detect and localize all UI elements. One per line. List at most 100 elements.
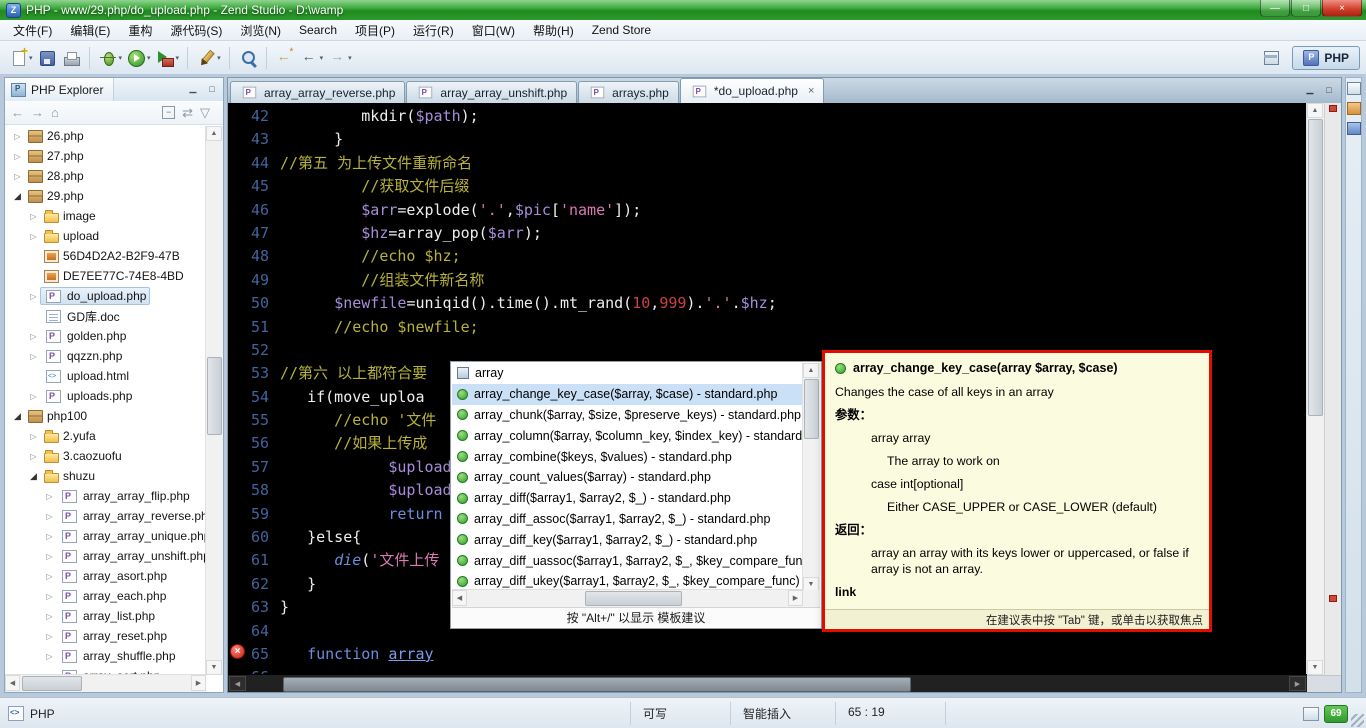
external-tools-button[interactable]: ▾ [153,46,182,70]
twistie-icon[interactable]: ▷ [43,492,56,501]
autocomplete-item[interactable]: array_chunk($array, $size, $preserve_key… [452,405,803,426]
dropdown-caret-icon[interactable]: ▾ [119,54,123,62]
scrollbar-thumb[interactable] [283,677,911,692]
home-icon[interactable]: ⌂ [51,105,59,120]
last-edit-button[interactable] [273,46,297,70]
tree-item[interactable]: ▷2.yufa [5,426,206,446]
twistie-icon[interactable]: ▷ [11,152,24,161]
twistie-icon[interactable]: ▷ [11,172,24,181]
twistie-icon[interactable]: ▷ [43,552,56,561]
tree-item[interactable]: ▷26.php [5,126,206,146]
tree-item[interactable]: ▷qqzzn.php [5,346,206,366]
menu-item[interactable]: 帮助(H) [524,20,583,41]
tree-item[interactable]: ▷array_array_reverse.php [5,506,206,526]
twistie-icon[interactable]: ▷ [27,392,40,401]
autocomplete-item[interactable]: array_count_values($array) - standard.ph… [452,467,803,488]
dropdown-caret-icon[interactable]: ▾ [176,54,180,62]
menu-item[interactable]: Search [290,21,346,39]
editor-tab[interactable]: array_array_unshift.php [406,81,577,103]
twistie-icon[interactable]: ◢ [27,471,40,482]
dropdown-caret-icon[interactable]: ▾ [217,54,221,62]
editor-tab[interactable]: array_array_reverse.php [230,81,405,103]
scroll-down-icon[interactable]: ▼ [1307,660,1323,675]
menu-item[interactable]: 窗口(W) [463,20,524,41]
scrollbar-thumb[interactable] [207,357,222,436]
menu-item[interactable]: 运行(R) [404,20,463,41]
twistie-icon[interactable]: ▷ [27,292,40,301]
scroll-right-icon[interactable]: ▶ [191,675,206,691]
debug-button[interactable]: ▾ [96,46,125,70]
tree-item[interactable]: upload.html [5,366,206,386]
dropdown-caret-icon[interactable]: ▾ [320,54,324,62]
maximize-editor-icon[interactable]: □ [1322,83,1336,96]
minimized-view-icon[interactable] [1347,122,1361,135]
minimized-outline-view-icon[interactable] [1347,102,1361,115]
scroll-right-icon[interactable]: ▶ [1289,676,1306,691]
tree-item[interactable]: ▷array_list.php [5,606,206,626]
tree-item[interactable]: ▷array_array_unshift.php [5,546,206,566]
scrollbar-thumb[interactable] [804,379,819,439]
back-button[interactable]: ▾ [297,46,326,70]
scroll-left-icon[interactable]: ◀ [452,590,467,606]
scroll-left-icon[interactable]: ◀ [5,675,20,691]
menu-item[interactable]: Zend Store [583,21,660,39]
autocomplete-item[interactable]: array_diff($array1, $array2, $_) - stand… [452,488,803,509]
explorer-horizontal-scrollbar[interactable]: ◀ ▶ [5,674,206,692]
menu-item[interactable]: 编辑(E) [61,20,119,41]
run-button[interactable]: ▾ [124,46,153,70]
twistie-icon[interactable]: ▷ [27,332,40,341]
error-overview-mark[interactable] [1329,105,1337,112]
twistie-icon[interactable]: ▷ [43,532,56,541]
maximize-view-icon[interactable]: □ [205,82,219,95]
restore-panels-icon[interactable] [1347,82,1361,95]
editor-tab[interactable]: arrays.php [578,81,679,103]
open-perspective-button[interactable] [1260,46,1284,70]
scroll-up-icon[interactable]: ▲ [803,363,819,378]
dropdown-caret-icon[interactable]: ▾ [29,54,33,62]
twistie-icon[interactable]: ▷ [11,132,24,141]
tree-item[interactable]: ▷uploads.php [5,386,206,406]
editor-vertical-scrollbar[interactable]: ▲ ▼ [1306,103,1324,675]
twistie-icon[interactable]: ▷ [43,512,56,521]
tree-item[interactable]: ▷3.caozuofu [5,446,206,466]
tree-item[interactable]: ▷array_asort.php [5,566,206,586]
menu-item[interactable]: 文件(F) [4,20,61,41]
search-button[interactable] [236,46,260,70]
tree-item[interactable]: ▷array_reset.php [5,626,206,646]
status-badge[interactable]: 69 [1324,705,1348,723]
dropdown-caret-icon[interactable]: ▾ [147,54,151,62]
autocomplete-item[interactable]: array_column($array, $column_key, $index… [452,425,803,446]
scrollbar-thumb[interactable] [585,591,682,606]
php-explorer-tab[interactable]: PHP Explorer [5,78,114,101]
twistie-icon[interactable]: ▷ [27,452,40,461]
back-icon[interactable]: ← [11,105,24,120]
menu-item[interactable]: 项目(P) [346,20,404,41]
tree-item[interactable]: ▷array_array_flip.php [5,486,206,506]
twistie-icon[interactable]: ▷ [43,592,56,601]
menu-item[interactable]: 源代码(S) [161,20,231,41]
minimize-editor-icon[interactable]: ▁ [1303,83,1317,96]
scroll-up-icon[interactable]: ▲ [206,126,222,141]
scroll-up-icon[interactable]: ▲ [1307,103,1323,118]
tree-item[interactable]: ▷array_array_unique.php [5,526,206,546]
tree-item[interactable]: ▷upload [5,226,206,246]
twistie-icon[interactable]: ▷ [27,432,40,441]
scrollbar-thumb[interactable] [22,676,82,691]
save-button[interactable] [35,46,59,70]
tree-item[interactable]: ▷27.php [5,146,206,166]
dropdown-caret-icon[interactable]: ▾ [348,54,352,62]
scroll-down-icon[interactable]: ▼ [206,660,222,675]
menu-item[interactable]: 重构 [119,20,161,41]
tree-item[interactable]: ▷28.php [5,166,206,186]
forward-button[interactable]: ▾ [325,46,354,70]
autocomplete-vertical-scrollbar[interactable]: ▲ ▼ [802,363,820,592]
twistie-icon[interactable]: ▷ [43,572,56,581]
autocomplete-item[interactable]: array_diff_assoc($array1, $array2, $_) -… [452,509,803,530]
resize-grip-icon[interactable] [1351,714,1364,727]
tree-item[interactable]: 56D4D2A2-B2F9-47B [5,246,206,266]
notifications-icon[interactable] [1303,707,1319,721]
scroll-left-icon[interactable]: ◀ [229,676,246,691]
tree-item[interactable]: DE7EE77C-74E8-4BD [5,266,206,286]
php-perspective-button[interactable]: PHP [1292,46,1360,70]
twistie-icon[interactable]: ▷ [43,612,56,621]
